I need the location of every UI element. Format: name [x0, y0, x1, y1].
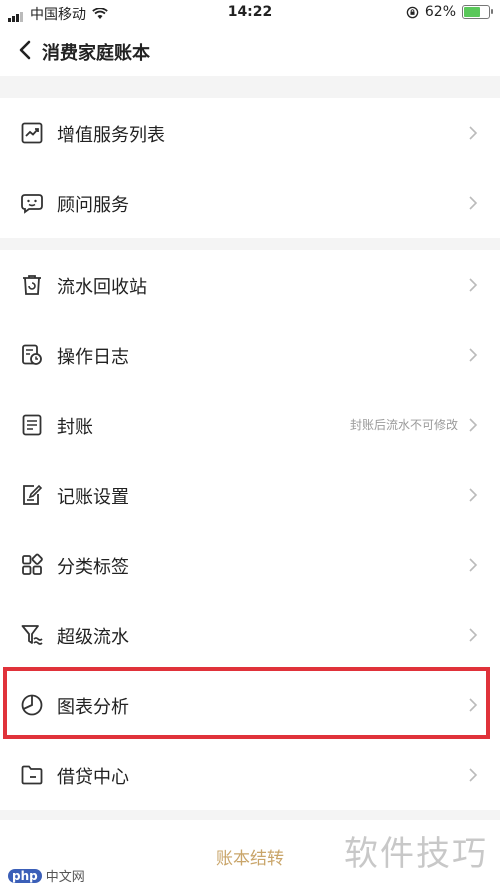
- menu-item-hint: 封账后流水不可修改: [349, 418, 458, 432]
- chevron-right-icon: [469, 418, 478, 432]
- chevron-right-icon: [469, 628, 478, 642]
- document-icon: [22, 414, 42, 436]
- page-title: 消费家庭账本: [42, 43, 150, 64]
- chevron-right-icon: [469, 278, 478, 292]
- edit-icon: [23, 484, 43, 505]
- trend-chart-icon: [21, 122, 43, 144]
- chevron-right-icon: [469, 488, 478, 502]
- trash-icon: [23, 275, 41, 295]
- menu-item-value-added-services[interactable]: 增值服务列表: [0, 98, 500, 168]
- battery-icon: [462, 5, 493, 19]
- chevron-right-icon: [469, 558, 478, 572]
- menu-item-label: 流水回收站: [57, 277, 147, 298]
- chevron-right-icon: [469, 126, 478, 140]
- menu-item-label: 顾问服务: [57, 195, 129, 216]
- menu-item-label: 操作日志: [57, 347, 129, 368]
- menu-item-close-books[interactable]: 封账 封账后流水不可修改: [0, 390, 500, 460]
- site-watermark-label: 中文网: [45, 870, 85, 885]
- highlight-box: [3, 667, 490, 739]
- menu-item-operation-log[interactable]: 操作日志: [0, 320, 500, 390]
- menu-item-label: 分类标签: [57, 557, 129, 578]
- back-arrow-icon[interactable]: [14, 38, 36, 62]
- battery-percent: 62%: [424, 4, 456, 20]
- chevron-right-icon: [469, 348, 478, 362]
- php-logo: php: [8, 868, 42, 883]
- menu-item-label: 封账: [57, 417, 93, 438]
- watermark-text: 软件技巧: [344, 834, 488, 874]
- menu-item-bookkeeping-settings[interactable]: 记账设置: [0, 460, 500, 530]
- menu-item-consultant-service[interactable]: 顾问服务: [0, 168, 500, 238]
- navigation-bar: 消费家庭账本: [0, 26, 500, 76]
- menu-item-super-flow[interactable]: 超级流水: [0, 600, 500, 670]
- grid-icon: [22, 553, 43, 575]
- chevron-right-icon: [469, 196, 478, 210]
- status-right: 62%: [406, 4, 493, 20]
- menu-item-category-tags[interactable]: 分类标签: [0, 530, 500, 600]
- filter-icon: [21, 625, 43, 645]
- status-bar: 中国移动 14:22 62%: [0, 0, 500, 26]
- menu-item-label: 增值服务列表: [57, 125, 165, 146]
- menu-item-label: 超级流水: [57, 627, 129, 648]
- menu-item-label: 记账设置: [57, 487, 129, 508]
- folder-icon: [21, 765, 43, 785]
- rotation-lock-icon: [406, 6, 419, 18]
- menu-item-label: 借贷中心: [57, 767, 129, 788]
- chat-bubble-icon: [21, 194, 43, 214]
- log-icon: [22, 344, 42, 365]
- menu-item-loan-center[interactable]: 借贷中心: [0, 740, 500, 810]
- site-watermark: php 中文网: [8, 866, 85, 885]
- menu-item-recycle-bin[interactable]: 流水回收站: [0, 250, 500, 320]
- battery-fill: [464, 7, 481, 17]
- menu-group-services: 增值服务列表 顾问服务: [0, 98, 500, 238]
- chevron-right-icon: [469, 768, 478, 782]
